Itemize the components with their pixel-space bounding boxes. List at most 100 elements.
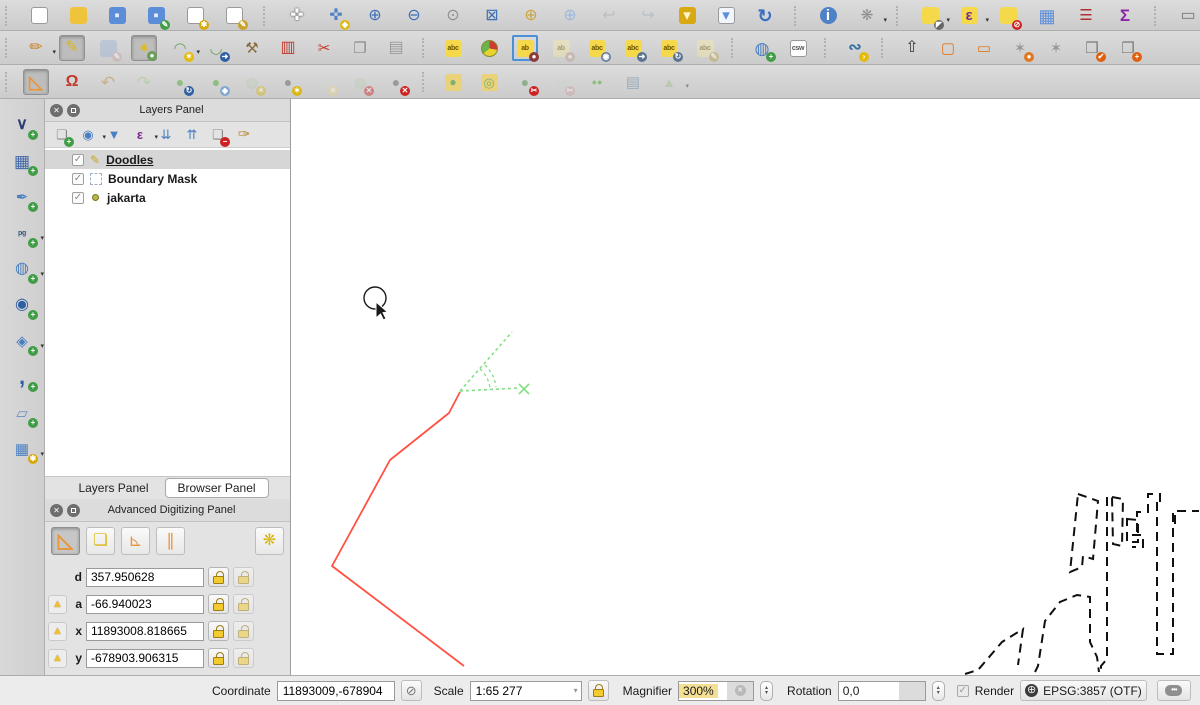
delta-toggle-button[interactable]: ▲ [48, 622, 67, 641]
scale-combobox[interactable] [470, 681, 582, 701]
merge-attributes-button[interactable]: ▤ [620, 69, 646, 95]
add-circular-string-button[interactable]: ◠✶▾ [167, 35, 193, 61]
style-book-check-button[interactable]: ❒✔ [1079, 35, 1105, 61]
change-label-button[interactable]: abc✎ [692, 35, 718, 61]
enable-advanced-digitizing-button[interactable]: ◺ [51, 527, 80, 555]
delete-part-button[interactable]: ●✕ [383, 69, 409, 95]
d-repeating-lock-button[interactable] [233, 567, 254, 587]
delta-toggle-button[interactable]: ▲ [48, 649, 67, 668]
map-canvas[interactable] [291, 99, 1200, 675]
toggle-editing-button[interactable]: ✎ [59, 35, 85, 61]
close-icon[interactable]: ✕ [50, 504, 63, 517]
layer-visibility-checkbox[interactable]: ✓ [72, 192, 84, 204]
merge-features-button[interactable]: ●● [584, 69, 610, 95]
add-wfs-layer-button[interactable]: ◈+▾ [7, 327, 37, 355]
file-new-button[interactable] [26, 3, 52, 29]
fill-ring-button[interactable]: ◍✶ [311, 69, 337, 95]
layer-item-jakarta[interactable]: ✓jakarta [45, 188, 290, 207]
y-value-input[interactable] [86, 649, 204, 668]
processing-button[interactable]: ▦✱▾ [7, 435, 37, 463]
delete-ring-button[interactable]: ◍✕ [347, 69, 373, 95]
dropdown-arrow-icon[interactable]: ▾ [52, 48, 56, 56]
dropdown-arrow-icon[interactable]: ▾ [40, 342, 44, 350]
cut-features-button[interactable]: ✂ [311, 35, 337, 61]
reshape-features-button[interactable]: ● [440, 69, 466, 95]
y-repeating-lock-button[interactable] [233, 648, 254, 668]
extent-overview-button[interactable]: ▭ [971, 35, 997, 61]
y-lock-button[interactable] [208, 648, 229, 668]
add-part-button[interactable]: ●✶ [275, 69, 301, 95]
identify-features-button[interactable]: i [815, 3, 841, 29]
diagram-button[interactable] [476, 35, 502, 61]
unpin-labels-button[interactable]: ab● [548, 35, 574, 61]
dropdown-arrow-icon[interactable]: ▾ [883, 16, 887, 24]
node-tool-button[interactable]: ⚒ [239, 35, 265, 61]
scale-lock-button[interactable] [588, 680, 609, 701]
measure-button[interactable]: ▭▾ [1175, 3, 1200, 29]
dropdown-arrow-icon[interactable]: ▾ [985, 16, 989, 24]
paste-features-button[interactable]: ▤ [383, 35, 409, 61]
styling-brush-button[interactable]: ✑ [233, 124, 255, 146]
layer-visibility-checkbox[interactable]: ✓ [72, 173, 84, 185]
north-arrow-button[interactable]: ⇧ [899, 35, 925, 61]
a-repeating-lock-button[interactable] [233, 594, 254, 614]
construction-mode-button[interactable]: ❏ [86, 527, 115, 555]
move-label-button[interactable]: abc➜ [620, 35, 646, 61]
dropdown-arrow-icon[interactable]: ▾ [946, 16, 950, 24]
add-wms-layer-button[interactable]: ◉+ [7, 291, 37, 319]
x-value-input[interactable] [86, 622, 204, 641]
zoom-to-selection-button[interactable]: ⊕ [518, 3, 544, 29]
add-ring-button[interactable]: ◍✶ [239, 69, 265, 95]
add-group-button[interactable]: ❏+ [51, 124, 73, 146]
dropdown-arrow-icon[interactable]: ▾ [196, 48, 200, 56]
pan-to-selection-button[interactable]: ✜◆ [323, 3, 349, 29]
clear-icon[interactable]: ✕ [735, 685, 746, 696]
wand-button[interactable]: ✶ [1043, 35, 1069, 61]
new-shapefile-layer-button[interactable]: ▱+ [7, 399, 37, 427]
folder-open-button[interactable] [65, 3, 91, 29]
zoom-out-button[interactable]: ⊖ [401, 3, 427, 29]
show-bookmarks-button[interactable]: ▾ [713, 3, 739, 29]
add-spatialite-layer-button[interactable]: ◍+▾ [7, 255, 37, 283]
color-wand-button[interactable]: ✶● [1007, 35, 1033, 61]
feature-action-button[interactable]: ❋▾ [854, 3, 880, 29]
select-features-button[interactable]: ◤▾ [917, 3, 943, 29]
d-lock-button[interactable] [208, 567, 229, 587]
metasearch-button[interactable]: ◍+ [749, 35, 775, 61]
save-project-button[interactable]: ▪ [104, 3, 130, 29]
zoom-in-button[interactable]: ⊕ [362, 3, 388, 29]
labeling-button[interactable]: abc [440, 35, 466, 61]
d-value-input[interactable] [86, 568, 204, 587]
layer-visibility-checkbox[interactable]: ✓ [72, 154, 84, 166]
rotate-point-symbols-button[interactable]: ▲▾ [656, 69, 682, 95]
show-hide-labels-button[interactable]: abc◉ [584, 35, 610, 61]
rotate-label-button[interactable]: abc↻ [656, 35, 682, 61]
a-value-input[interactable] [86, 595, 204, 614]
add-raster-layer-button[interactable]: ▦+ [7, 147, 37, 175]
dropdown-arrow-icon[interactable]: ▾ [40, 450, 44, 458]
zoom-full-button[interactable]: ⊠ [479, 3, 505, 29]
composer-manager-button[interactable]: ✎ [221, 3, 247, 29]
select-by-expression-button[interactable]: ε▾ [956, 3, 982, 29]
messages-button[interactable]: ••• [1157, 680, 1191, 701]
offset-curve-button[interactable]: ◎ [476, 69, 502, 95]
set-extent-button[interactable]: ▢ [935, 35, 961, 61]
remove-layer-button[interactable]: ❏− [207, 124, 229, 146]
zoom-last-button[interactable]: ↩ [596, 3, 622, 29]
add-feature-button[interactable]: ✶● [131, 35, 157, 61]
attribute-table-button[interactable]: ▦ [1034, 3, 1060, 29]
layer-item-boundary-mask[interactable]: ✓Boundary Mask [45, 169, 290, 188]
float-panel-icon[interactable] [67, 504, 80, 517]
copy-features-button[interactable]: ❐ [347, 35, 373, 61]
rotation-input[interactable]: 0,0 [838, 681, 926, 701]
current-edits-button[interactable]: ✏▾ [23, 35, 49, 61]
expand-all-button[interactable]: ⇊ [155, 124, 177, 146]
zoom-next-button[interactable]: ↪ [635, 3, 661, 29]
csw-button[interactable]: csw [785, 35, 811, 61]
dropdown-arrow-icon[interactable]: ▾ [40, 270, 44, 278]
layer-item-doodles[interactable]: ✓✎Doodles [45, 150, 290, 169]
dropdown-arrow-icon[interactable]: ▾ [40, 234, 44, 242]
snapping-options-button[interactable]: Ω [59, 69, 85, 95]
sum-button[interactable]: Σ [1112, 3, 1138, 29]
perpendicular-button[interactable]: ⊾ [121, 527, 150, 555]
